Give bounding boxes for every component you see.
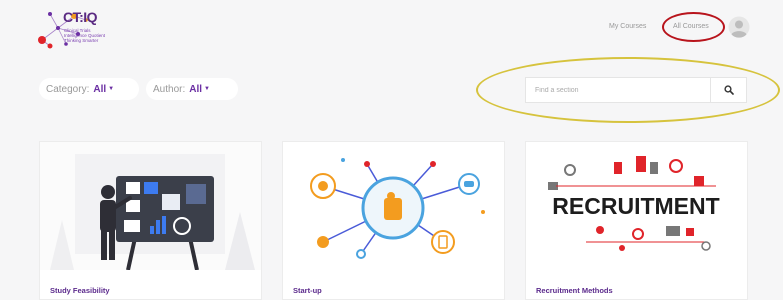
course-title[interactable]: Recruitment Methods bbox=[536, 286, 613, 295]
recruitment-illustration: RECRUITMENT bbox=[526, 142, 747, 270]
user-icon bbox=[728, 16, 750, 38]
user-avatar[interactable] bbox=[728, 16, 750, 38]
caret-down-icon: ▼ bbox=[204, 86, 210, 92]
course-title[interactable]: Study Feasibility bbox=[50, 286, 110, 295]
course-card-recruitment-methods[interactable]: RECRUITMENT Recruitment Methods bbox=[525, 141, 748, 300]
brand-tagline-3: Thinking Smarter bbox=[64, 38, 99, 43]
study-feasibility-illustration bbox=[40, 142, 261, 270]
author-filter-value: All bbox=[189, 83, 203, 95]
author-filter-label: Author: bbox=[153, 83, 186, 95]
category-filter-label: Category: bbox=[46, 83, 90, 95]
annotation-yellow-ellipse bbox=[476, 57, 780, 123]
brand-name: CT:IQ bbox=[63, 9, 98, 25]
caret-down-icon: ▼ bbox=[108, 86, 115, 92]
course-title[interactable]: Start-up bbox=[293, 286, 322, 295]
annotation-red-circle bbox=[662, 12, 725, 42]
start-up-illustration bbox=[283, 142, 504, 270]
category-filter-value: All bbox=[93, 83, 107, 95]
course-card-study-feasibility[interactable]: Study Feasibility bbox=[39, 141, 262, 300]
author-filter-dropdown[interactable]: Author: All ▼ bbox=[146, 78, 238, 100]
ctiq-logo[interactable] bbox=[34, 6, 164, 50]
recruitment-image-text: RECRUITMENT bbox=[552, 193, 719, 219]
nav-my-courses[interactable]: My Courses bbox=[609, 23, 646, 30]
course-card-start-up[interactable]: Start-up bbox=[282, 141, 505, 300]
category-filter-dropdown[interactable]: Category: All ▼ bbox=[39, 78, 139, 100]
